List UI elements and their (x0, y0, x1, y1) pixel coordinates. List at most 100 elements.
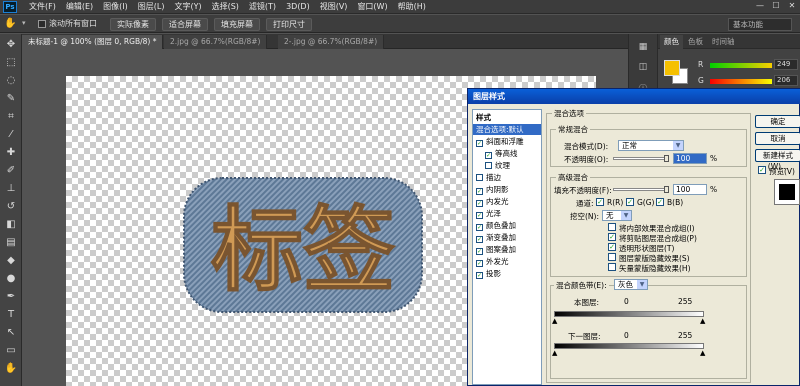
style-item-checkbox[interactable]: ✓ (476, 272, 483, 279)
quick-select-tool-icon[interactable]: ✎ (3, 92, 19, 106)
close-icon[interactable]: ✕ (786, 1, 798, 11)
menu-help[interactable]: 帮助(H) (393, 1, 431, 13)
minimize-icon[interactable]: — (754, 1, 766, 11)
styles-header[interactable]: 样式 (473, 112, 541, 123)
menu-edit[interactable]: 编辑(E) (61, 1, 98, 13)
knockout-select[interactable]: 无 ▼ (602, 210, 632, 221)
eyedropper-tool-icon[interactable]: ⁄ (3, 128, 19, 142)
tab-color[interactable]: 颜色 (660, 35, 683, 49)
menu-type[interactable]: 文字(Y) (169, 1, 206, 13)
style-item-checkbox[interactable]: ✓ (485, 152, 492, 159)
fill-opacity-input[interactable]: 100 (673, 184, 707, 195)
menu-file[interactable]: 文件(F) (24, 1, 61, 13)
dodge-tool-icon[interactable]: ● (3, 272, 19, 286)
fill-opacity-slider-thumb[interactable] (664, 186, 669, 193)
brush-tool-icon[interactable]: ✐ (3, 164, 19, 178)
foreground-color-swatch[interactable] (664, 60, 680, 76)
style-item[interactable]: ✓ 斜面和浮雕 (473, 136, 541, 147)
style-item[interactable]: ✓ 等高线 (473, 148, 541, 159)
ok-button[interactable]: 确定 (755, 115, 800, 128)
menu-window[interactable]: 窗口(W) (352, 1, 392, 13)
style-item[interactable]: ✓ 内阴影 (473, 184, 541, 195)
hand-icon[interactable]: ✋ (4, 18, 18, 30)
channel-g-slider[interactable] (710, 79, 772, 84)
workspace-switcher[interactable]: 基本功能 (728, 18, 792, 31)
channel-b-checkbox[interactable]: ✓ (656, 198, 664, 206)
pen-tool-icon[interactable]: ✒ (3, 290, 19, 304)
maximize-icon[interactable]: ☐ (770, 1, 782, 11)
this-layer-right-handle[interactable]: ▲ (700, 317, 705, 325)
actual-pixels-button[interactable]: 实际像素 (110, 18, 156, 31)
menu-view[interactable]: 视图(V) (315, 1, 353, 13)
fill-opacity-slider[interactable] (613, 186, 669, 193)
menu-select[interactable]: 选择(S) (207, 1, 244, 13)
advanced-option-checkbox[interactable]: ✓ (608, 243, 616, 251)
underlying-layer-gradient-slider[interactable] (554, 343, 704, 349)
this-layer-gradient-slider[interactable] (554, 311, 704, 317)
style-item-checkbox[interactable]: ✓ (476, 236, 483, 243)
style-item-checkbox[interactable]: ✓ (476, 248, 483, 255)
properties-icon[interactable]: ◫ (636, 62, 650, 74)
tab-timeline[interactable]: 时间轴 (708, 35, 739, 49)
style-item[interactable]: ✓ 内发光 (473, 196, 541, 207)
channel-r-checkbox[interactable]: ✓ (596, 198, 604, 206)
style-item[interactable]: ✓ 颜色叠加 (473, 220, 541, 231)
style-item[interactable]: 纹理 (473, 160, 541, 171)
underlying-layer-left-handle[interactable]: ▲ (552, 349, 557, 357)
style-item[interactable]: ✓ 渐变叠加 (473, 232, 541, 243)
advanced-option-checkbox[interactable] (608, 223, 616, 231)
path-select-tool-icon[interactable]: ↖ (3, 326, 19, 340)
tab-2-dash-jpg[interactable]: 2-.jpg @ 66.7%(RGB/8#) (278, 35, 385, 49)
style-item-checkbox[interactable]: ✓ (476, 224, 483, 231)
gradient-tool-icon[interactable]: ▤ (3, 236, 19, 250)
style-item-checkbox[interactable]: ✓ (476, 188, 483, 195)
opacity-slider-thumb[interactable] (664, 155, 669, 162)
hand-tool-icon[interactable]: ✋ (3, 362, 19, 376)
menu-image[interactable]: 图像(I) (98, 1, 133, 13)
advanced-option-checkbox[interactable] (608, 263, 616, 271)
style-item[interactable]: ✓ 外发光 (473, 256, 541, 267)
advanced-option-checkbox[interactable]: ✓ (608, 233, 616, 241)
clone-stamp-tool-icon[interactable]: ⊥ (3, 182, 19, 196)
underlying-layer-right-handle[interactable]: ▲ (700, 349, 705, 357)
tab-swatches[interactable]: 色板 (684, 35, 707, 49)
style-item-checkbox[interactable]: ✓ (476, 200, 483, 207)
history-brush-tool-icon[interactable]: ↺ (3, 200, 19, 214)
opacity-input[interactable]: 100 (673, 153, 707, 164)
opacity-slider[interactable] (613, 155, 669, 162)
channel-r-value[interactable]: 249 (774, 59, 798, 70)
style-item[interactable]: ✓ 图案叠加 (473, 244, 541, 255)
blur-tool-icon[interactable]: ◆ (3, 254, 19, 268)
shape-tool-icon[interactable]: ▭ (3, 344, 19, 358)
cancel-button[interactable]: 取消 (755, 132, 800, 145)
channel-r-slider[interactable] (710, 63, 772, 68)
scroll-all-windows-checkbox[interactable] (38, 20, 46, 28)
blend-if-select[interactable]: 灰色 ▼ (614, 279, 648, 290)
new-style-button[interactable]: 新建样式(W)... (755, 149, 800, 171)
type-tool-icon[interactable]: T (3, 308, 19, 322)
style-item[interactable]: ✓ 投影 (473, 268, 541, 279)
fit-screen-button[interactable]: 适合屏幕 (162, 18, 208, 31)
advanced-option-checkbox[interactable] (608, 253, 616, 261)
fill-screen-button[interactable]: 填充屏幕 (214, 18, 260, 31)
style-item-checkbox[interactable] (476, 174, 483, 181)
style-item-checkbox[interactable]: ✓ (476, 140, 483, 147)
blend-mode-select[interactable]: 正常 ▼ (618, 140, 684, 151)
style-item[interactable]: 混合选项:默认 (473, 124, 541, 135)
channel-g-value[interactable]: 206 (774, 75, 798, 86)
crop-tool-icon[interactable]: ⌗ (3, 110, 19, 124)
menu-layer[interactable]: 图层(L) (133, 1, 170, 13)
style-item-checkbox[interactable]: ✓ (476, 212, 483, 219)
channel-g-checkbox[interactable]: ✓ (626, 198, 634, 206)
style-item-checkbox[interactable] (485, 162, 492, 169)
lasso-tool-icon[interactable]: ◌ (3, 74, 19, 88)
marquee-tool-icon[interactable]: ⬚ (3, 56, 19, 70)
menu-3d[interactable]: 3D(D) (281, 1, 315, 13)
eraser-tool-icon[interactable]: ◧ (3, 218, 19, 232)
chevron-down-icon[interactable]: ▾ (22, 19, 26, 27)
this-layer-left-handle[interactable]: ▲ (552, 317, 557, 325)
tab-2-jpg[interactable]: 2.jpg @ 66.7%(RGB/8#) (164, 35, 268, 49)
menu-filter[interactable]: 滤镜(T) (244, 1, 281, 13)
healing-brush-tool-icon[interactable]: ✚ (3, 146, 19, 160)
tab-untitled-1[interactable]: 未标题-1 @ 100% (图层 0, RGB/8) * (22, 35, 164, 49)
